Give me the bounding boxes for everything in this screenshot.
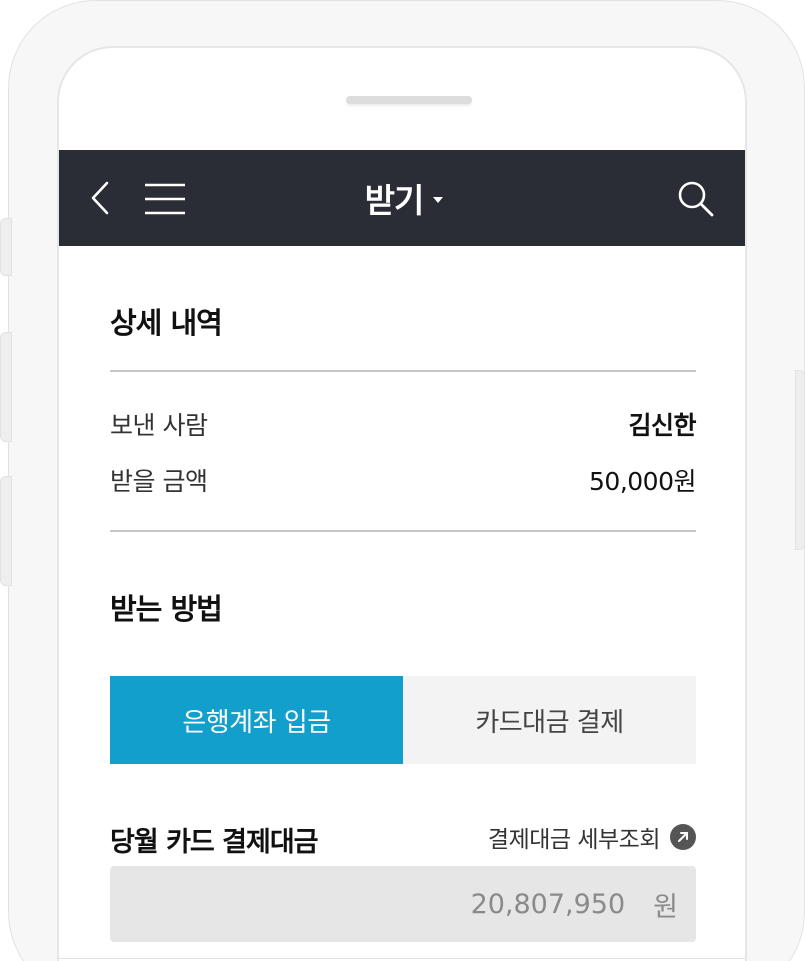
card-payment-amount-field: 20,807,950 원 xyxy=(110,866,696,942)
detail-row-amount: 받을 금액 50,000원 xyxy=(110,462,696,502)
method-section-title: 받는 방법 xyxy=(110,592,223,626)
payment-detail-link[interactable]: 결제대금 세부조회 xyxy=(488,820,696,854)
details-section-title: 상세 내역 xyxy=(110,306,223,340)
amount-value: 50,000원 xyxy=(589,467,696,496)
phone-volume-down-button xyxy=(0,476,12,586)
page-title[interactable]: 받기 xyxy=(365,174,425,222)
phone-screen: 받기 상세 내역 보낸 사람 김신한 받을 금액 50,000원 받는 방법 은… xyxy=(57,46,747,961)
phone-speaker xyxy=(346,96,472,104)
sender-label: 보낸 사람 xyxy=(110,411,208,440)
arrow-up-right-circle-icon xyxy=(670,824,696,850)
payment-detail-link-label: 결제대금 세부조회 xyxy=(487,827,661,853)
phone-power-button xyxy=(795,370,805,550)
amount-label: 받을 금액 xyxy=(110,467,208,496)
search-icon xyxy=(678,181,714,217)
sender-value: 김신한 xyxy=(628,411,696,440)
phone-mute-switch xyxy=(0,218,12,276)
navigation-bar: 받기 xyxy=(59,150,745,246)
menu-button[interactable] xyxy=(145,183,185,215)
card-payment-title: 당월 카드 결제대금 xyxy=(110,827,319,858)
hamburger-menu-icon xyxy=(145,183,185,215)
phone-volume-up-button xyxy=(0,332,12,442)
caret-down-icon[interactable] xyxy=(433,197,444,203)
tab-card-payment[interactable]: 카드대금 결제 xyxy=(403,676,696,764)
tab-bank-account-deposit[interactable]: 은행계좌 입금 xyxy=(110,676,403,764)
divider xyxy=(110,370,696,372)
detail-row-sender: 보낸 사람 김신한 xyxy=(110,406,696,446)
bottom-divider xyxy=(59,958,745,959)
method-tabs: 은행계좌 입금 카드대금 결제 xyxy=(110,676,696,764)
card-payment-amount: 20,807,950 xyxy=(470,888,626,920)
back-button[interactable] xyxy=(89,180,113,216)
currency-unit: 원 xyxy=(653,891,678,923)
chevron-left-icon xyxy=(91,181,109,215)
search-button[interactable] xyxy=(677,180,715,218)
divider xyxy=(110,530,696,532)
